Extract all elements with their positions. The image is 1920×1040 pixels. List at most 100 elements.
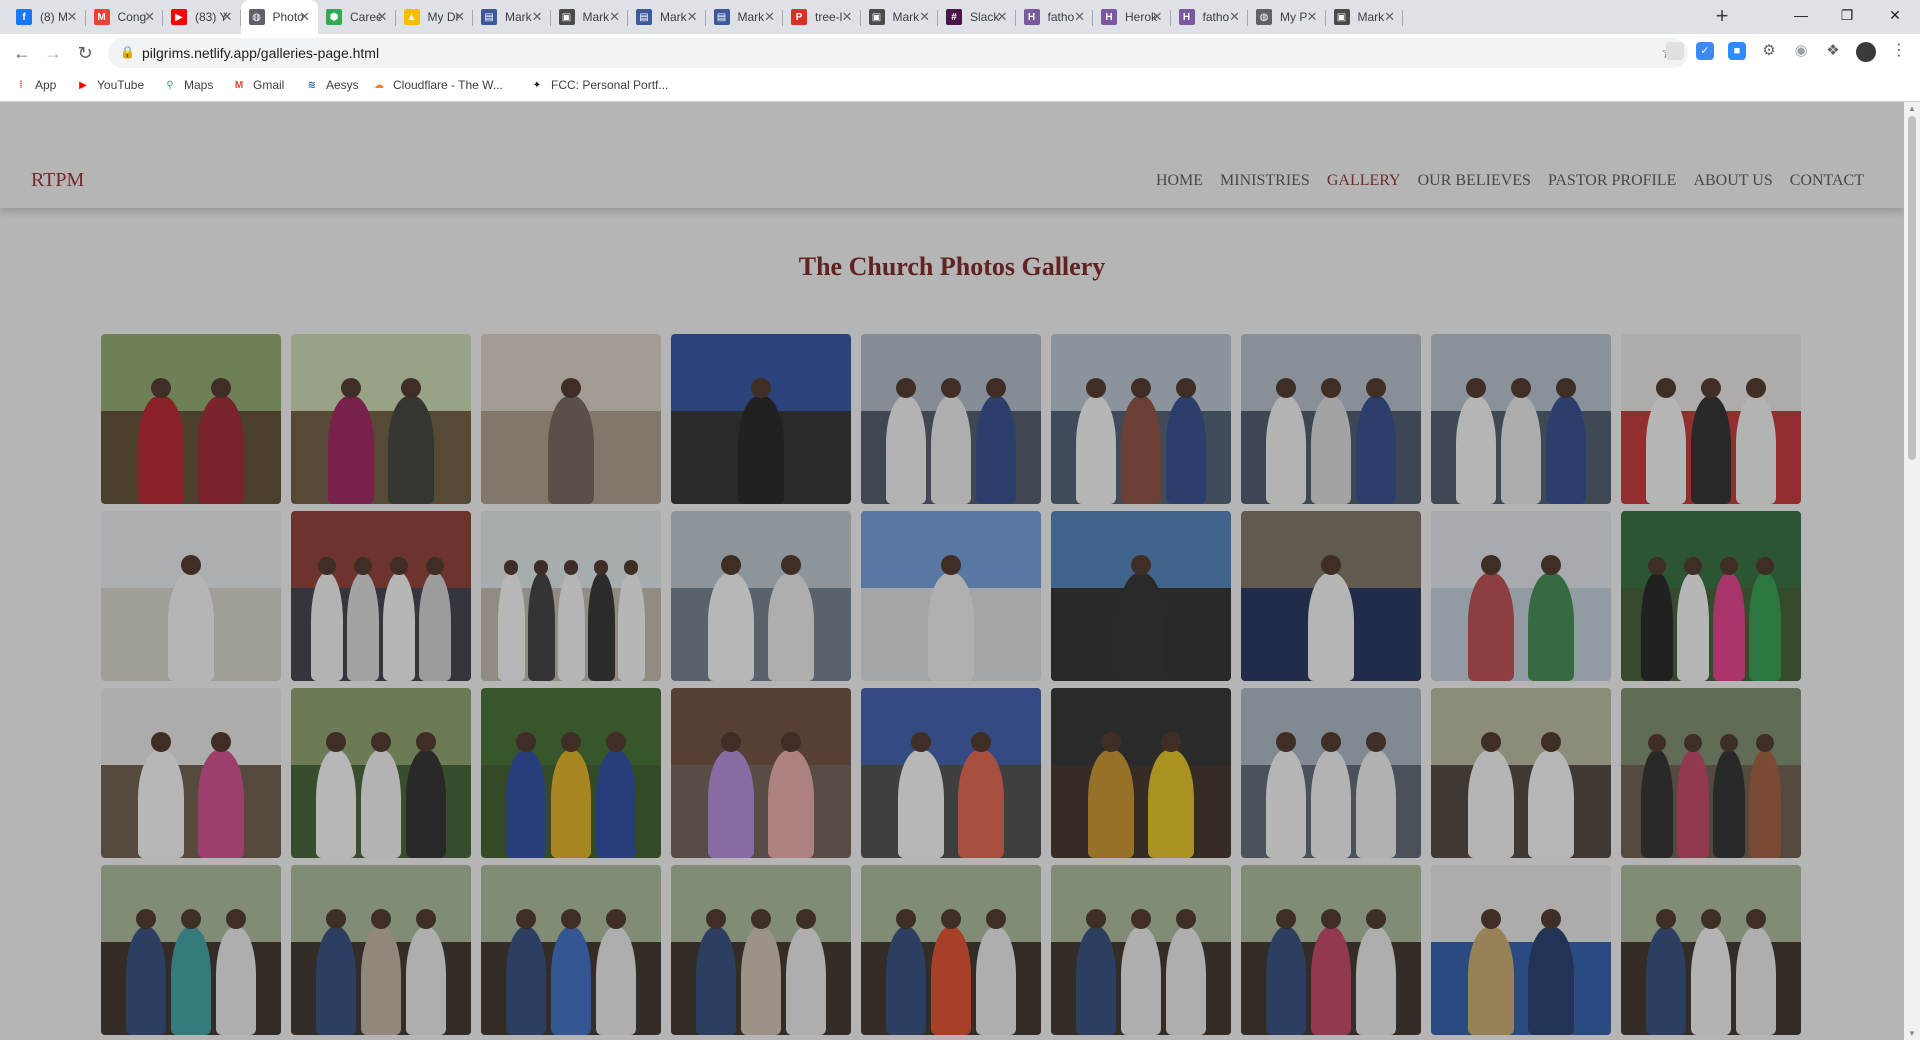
- gallery-photo[interactable]: [671, 688, 851, 858]
- nav-link-contact[interactable]: CONTACT: [1790, 172, 1864, 190]
- gallery-photo[interactable]: [481, 688, 661, 858]
- browser-tab[interactable]: f (8) M ✕: [8, 0, 86, 34]
- scroll-down-icon[interactable]: ▼: [1908, 1029, 1916, 1038]
- browser-tab[interactable]: ▤ Mark ✕: [706, 0, 783, 34]
- bookmark-item[interactable]: ▶ YouTube: [76, 78, 144, 92]
- new-tab-icon[interactable]: +: [1708, 4, 1736, 30]
- extension-blank-icon[interactable]: [1666, 42, 1684, 60]
- gallery-photo[interactable]: [1621, 334, 1801, 504]
- gallery-photo[interactable]: [101, 865, 281, 1035]
- browser-tab[interactable]: Ptree-l ✕: [783, 0, 861, 34]
- close-tab-icon[interactable]: ✕: [454, 9, 465, 25]
- close-tab-icon[interactable]: ✕: [1229, 9, 1240, 25]
- close-tab-icon[interactable]: ✕: [687, 9, 698, 25]
- page-scrollbar[interactable]: ▲ ▼: [1904, 102, 1920, 1040]
- gallery-photo[interactable]: [861, 688, 1041, 858]
- gallery-photo[interactable]: [671, 865, 851, 1035]
- gallery-photo[interactable]: [101, 688, 281, 858]
- gallery-photo[interactable]: [481, 334, 661, 504]
- restore-icon[interactable]: ❐: [1824, 0, 1870, 30]
- close-tab-icon[interactable]: ✕: [1307, 9, 1318, 25]
- puzzle-extensions-icon[interactable]: ❖: [1824, 42, 1842, 60]
- address-bar[interactable]: 🔒 pilgrims.netlify.app/galleries-page.ht…: [108, 38, 1688, 68]
- gallery-photo[interactable]: [1241, 511, 1421, 681]
- close-tab-icon[interactable]: ✕: [299, 9, 310, 25]
- nav-link-pastor-profile[interactable]: PASTOR PROFILE: [1548, 172, 1677, 190]
- gallery-photo[interactable]: [1621, 688, 1801, 858]
- close-tab-icon[interactable]: ✕: [609, 9, 620, 25]
- gallery-photo[interactable]: [1051, 511, 1231, 681]
- browser-tab[interactable]: ▤ Mark ✕: [628, 0, 706, 34]
- back-icon[interactable]: ←: [8, 39, 36, 67]
- gallery-photo[interactable]: [291, 865, 471, 1035]
- browser-tab[interactable]: ▣ Mark ✕: [551, 0, 628, 34]
- gallery-photo[interactable]: [1241, 688, 1421, 858]
- user-avatar[interactable]: [1856, 42, 1876, 62]
- gallery-photo[interactable]: [861, 334, 1041, 504]
- gallery-photo[interactable]: [1431, 511, 1611, 681]
- nav-link-ministries[interactable]: MINISTRIES: [1220, 172, 1310, 190]
- close-tab-icon[interactable]: ✕: [842, 9, 853, 25]
- browser-tab[interactable]: ▣ Mark ✕: [861, 0, 938, 34]
- close-tab-icon[interactable]: ✕: [1152, 9, 1163, 25]
- gallery-photo[interactable]: [1431, 334, 1611, 504]
- bookmark-item[interactable]: ☁ Cloudflare - The W...: [372, 78, 503, 92]
- gallery-photo[interactable]: [671, 511, 851, 681]
- scroll-up-icon[interactable]: ▲: [1908, 104, 1916, 113]
- gallery-photo[interactable]: [291, 511, 471, 681]
- browser-tab[interactable]: ◍ My P ✕: [1248, 0, 1326, 34]
- gallery-photo[interactable]: [481, 865, 661, 1035]
- close-window-icon[interactable]: ✕: [1872, 0, 1918, 30]
- gallery-photo[interactable]: [1051, 865, 1231, 1035]
- gallery-photo[interactable]: [101, 511, 281, 681]
- browser-tab[interactable]: Hfatho ✕: [1016, 0, 1093, 34]
- forward-icon[interactable]: →: [39, 39, 67, 67]
- bookmark-item[interactable]: ⁞ App: [14, 78, 56, 92]
- url-text[interactable]: pilgrims.netlify.app/galleries-page.html: [142, 45, 379, 61]
- close-tab-icon[interactable]: ✕: [997, 9, 1008, 25]
- bookmark-item[interactable]: M Gmail: [232, 78, 285, 92]
- close-tab-icon[interactable]: ✕: [532, 9, 543, 25]
- nav-link-gallery[interactable]: GALLERY: [1327, 172, 1401, 190]
- gallery-photo[interactable]: [291, 334, 471, 504]
- browser-tab[interactable]: ▶ (83) Y ✕: [163, 0, 241, 34]
- gallery-photo[interactable]: [861, 865, 1041, 1035]
- scrollbar-thumb[interactable]: [1908, 116, 1916, 460]
- close-tab-icon[interactable]: ✕: [67, 9, 78, 25]
- browser-tab[interactable]: ◍ Photo ✕: [240, 0, 318, 34]
- gallery-photo[interactable]: [1431, 688, 1611, 858]
- nav-link-our-believes[interactable]: OUR BELIEVES: [1418, 172, 1531, 190]
- gallery-photo[interactable]: [101, 334, 281, 504]
- reload-icon[interactable]: ↻: [71, 39, 99, 67]
- gallery-photo[interactable]: [1621, 511, 1801, 681]
- browser-tab[interactable]: M Cong ✕: [86, 0, 163, 34]
- browser-tab[interactable]: ▣ Mark ✕: [1326, 0, 1403, 34]
- bookmark-item[interactable]: ≋ Aesys: [305, 78, 359, 92]
- gallery-photo[interactable]: [481, 511, 661, 681]
- close-tab-icon[interactable]: ✕: [919, 9, 930, 25]
- browser-tab[interactable]: Hfatho ✕: [1171, 0, 1248, 34]
- site-brand-logo[interactable]: RTPM: [31, 169, 84, 192]
- close-tab-icon[interactable]: ✕: [1384, 9, 1395, 25]
- gallery-photo[interactable]: [1621, 865, 1801, 1035]
- gallery-photo[interactable]: [1431, 865, 1611, 1035]
- minimize-icon[interactable]: —: [1778, 0, 1824, 30]
- bookmark-item[interactable]: ✦ FCC: Personal Portf...: [530, 78, 669, 92]
- close-tab-icon[interactable]: ✕: [1074, 9, 1085, 25]
- gallery-photo[interactable]: [1051, 688, 1231, 858]
- settings-gear-icon[interactable]: ⚙: [1760, 42, 1778, 60]
- nav-link-about-us[interactable]: ABOUT US: [1693, 172, 1772, 190]
- nav-link-home[interactable]: HOME: [1156, 172, 1203, 190]
- profile-extension-icon[interactable]: ◉: [1792, 42, 1810, 60]
- close-tab-icon[interactable]: ✕: [764, 9, 775, 25]
- browser-tab[interactable]: ⬢ Caree ✕: [318, 0, 396, 34]
- gallery-photo[interactable]: [1241, 334, 1421, 504]
- gallery-photo[interactable]: [291, 688, 471, 858]
- browser-tab[interactable]: ▤ Mark ✕: [473, 0, 551, 34]
- close-tab-icon[interactable]: ✕: [144, 9, 155, 25]
- extension-shield-icon[interactable]: ✓: [1696, 42, 1714, 60]
- gallery-photo[interactable]: [1241, 865, 1421, 1035]
- browser-tab[interactable]: H Herok ✕: [1093, 0, 1171, 34]
- chrome-menu-icon[interactable]: ⋮: [1890, 42, 1908, 60]
- gallery-photo[interactable]: [861, 511, 1041, 681]
